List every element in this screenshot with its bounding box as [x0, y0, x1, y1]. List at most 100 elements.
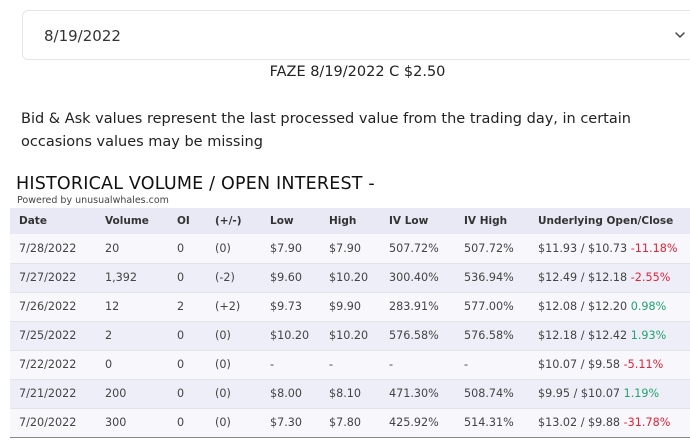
cell-oi: 0 [177, 271, 185, 284]
cell-underlying: $12.08 / $12.20 0.98% [529, 292, 690, 321]
cell-low: $10.20 [270, 329, 310, 342]
underlying-prices: $10.07 / $9.58 [538, 358, 621, 371]
cell-volume: 2 [105, 329, 113, 342]
cell-iv-low: 576.58% [389, 329, 439, 342]
cell-volume: 200 [105, 387, 127, 400]
cell-volume: 1,392 [105, 271, 138, 284]
historical-table: Date Volume OI (+/-) Low High IV Low IV … [10, 208, 690, 438]
col-header-low[interactable]: Low [261, 208, 320, 234]
col-header-date[interactable]: Date [10, 208, 96, 234]
cell-low: $8.00 [270, 387, 303, 400]
data-notice: Bid & Ask values represent the last proc… [21, 111, 631, 150]
underlying-pct: -5.11% [623, 358, 664, 371]
table-row: 7/20/2022 300 0 (0) $7.30 $7.80 425.92% … [10, 408, 690, 437]
cell-iv-high: 507.72% [464, 241, 514, 255]
cell-date: 7/26/2022 [19, 300, 77, 313]
col-header-iv-low[interactable]: IV Low [380, 208, 455, 234]
cell-low: - [270, 358, 275, 371]
cell-high: $10.20 [329, 329, 369, 342]
cell-iv-low: 471.30% [389, 387, 439, 400]
cell-date: 7/28/2022 [19, 241, 77, 255]
cell-oi: 0 [177, 358, 185, 371]
underlying-pct: 1.93% [630, 329, 667, 342]
cell-iv-high: 536.94% [464, 271, 514, 284]
cell-high: $7.90 [329, 241, 362, 255]
cell-high: $9.90 [329, 300, 362, 313]
cell-date: 7/27/2022 [19, 271, 77, 284]
table-row: 7/28/2022 20 0 (0) $7.90 $7.90 507.72% 5… [10, 234, 690, 263]
powered-by-text: Powered by unusualwhales.com [17, 195, 169, 206]
cell-iv-high: 514.31% [464, 416, 514, 429]
table-row: 7/27/2022 1,392 0 (-2) $9.60 $10.20 300.… [10, 263, 690, 292]
cell-iv-high: 577.00% [464, 300, 514, 313]
underlying-prices: $9.95 / $10.07 [538, 387, 621, 400]
cell-volume: 300 [105, 416, 127, 429]
cell-iv-high: - [464, 358, 469, 371]
cell-iv-low: 300.40% [389, 271, 439, 284]
cell-iv-high: 576.58% [464, 329, 514, 342]
cell-underlying: $10.07 / $9.58 -5.11% [529, 350, 690, 379]
cell-low: $7.30 [270, 416, 303, 429]
cell-date: 7/25/2022 [19, 329, 77, 342]
cell-low: $7.90 [270, 241, 303, 255]
cell-iv-low: 283.91% [389, 300, 439, 313]
underlying-prices: $11.93 / $10.73 [538, 241, 628, 255]
cell-volume: 12 [105, 300, 120, 313]
cell-change: (-2) [215, 271, 235, 284]
cell-iv-low: - [389, 358, 394, 371]
table-row: 7/26/2022 12 2 (+2) $9.73 $9.90 283.91% … [10, 292, 690, 321]
underlying-prices: $13.02 / $9.88 [538, 416, 621, 429]
cell-high: - [329, 358, 334, 371]
contract-title: FAZE 8/19/2022 C $2.50 [269, 64, 446, 80]
cell-date: 7/20/2022 [19, 416, 77, 429]
underlying-pct: 0.98% [630, 300, 667, 313]
cell-underlying: $12.49 / $12.18 -2.55% [529, 263, 690, 292]
cell-change: (0) [215, 387, 231, 400]
chevron-down-icon[interactable] [673, 28, 687, 42]
cell-oi: 0 [177, 416, 185, 429]
cell-underlying: $12.18 / $12.42 1.93% [529, 321, 690, 350]
table-row: 7/21/2022 200 0 (0) $8.00 $8.10 471.30% … [10, 379, 690, 408]
underlying-pct: -11.18% [630, 241, 678, 255]
cell-low: $9.73 [270, 300, 303, 313]
cell-volume: 0 [105, 358, 113, 371]
cell-date: 7/21/2022 [19, 387, 77, 400]
cell-iv-low: 425.92% [389, 416, 439, 429]
col-header-oi[interactable]: OI [168, 208, 206, 234]
table-row: 7/25/2022 2 0 (0) $10.20 $10.20 576.58% … [10, 321, 690, 350]
col-header-change[interactable]: (+/-) [206, 208, 261, 234]
cell-change: (+2) [215, 300, 241, 313]
cell-oi: 0 [177, 241, 185, 255]
cell-change: (0) [215, 358, 231, 371]
cell-change: (0) [215, 329, 231, 342]
table-header-row: Date Volume OI (+/-) Low High IV Low IV … [10, 208, 690, 234]
cell-high: $10.20 [329, 271, 369, 284]
cell-date: 7/22/2022 [19, 358, 77, 371]
col-header-high[interactable]: High [320, 208, 380, 234]
cell-change: (0) [215, 241, 231, 255]
cell-underlying: $13.02 / $9.88 -31.78% [529, 408, 690, 437]
col-header-volume[interactable]: Volume [96, 208, 168, 234]
cell-oi: 2 [177, 300, 185, 313]
cell-high: $8.10 [329, 387, 362, 400]
underlying-pct: -31.78% [623, 416, 671, 429]
underlying-pct: -2.55% [630, 271, 671, 284]
cell-volume: 20 [105, 241, 120, 255]
underlying-prices: $12.18 / $12.42 [538, 329, 628, 342]
underlying-pct: 1.19% [623, 387, 660, 400]
date-select[interactable]: 8/19/2022 [22, 10, 690, 60]
cell-low: $9.60 [270, 271, 303, 284]
date-select-value: 8/19/2022 [44, 27, 121, 45]
cell-underlying: $9.95 / $10.07 1.19% [529, 379, 690, 408]
cell-oi: 0 [177, 329, 185, 342]
cell-iv-low: 507.72% [389, 241, 439, 255]
underlying-prices: $12.08 / $12.20 [538, 300, 628, 313]
underlying-prices: $12.49 / $12.18 [538, 271, 628, 284]
table-row: 7/22/2022 0 0 (0) - - - - $10.07 / $9.58… [10, 350, 690, 379]
cell-oi: 0 [177, 387, 185, 400]
col-header-iv-high[interactable]: IV High [455, 208, 529, 234]
cell-change: (0) [215, 416, 231, 429]
col-header-underlying[interactable]: Underlying Open/Close [529, 208, 690, 234]
cell-underlying: $11.93 / $10.73 -11.18% [529, 234, 690, 263]
cell-iv-high: 508.74% [464, 387, 514, 400]
